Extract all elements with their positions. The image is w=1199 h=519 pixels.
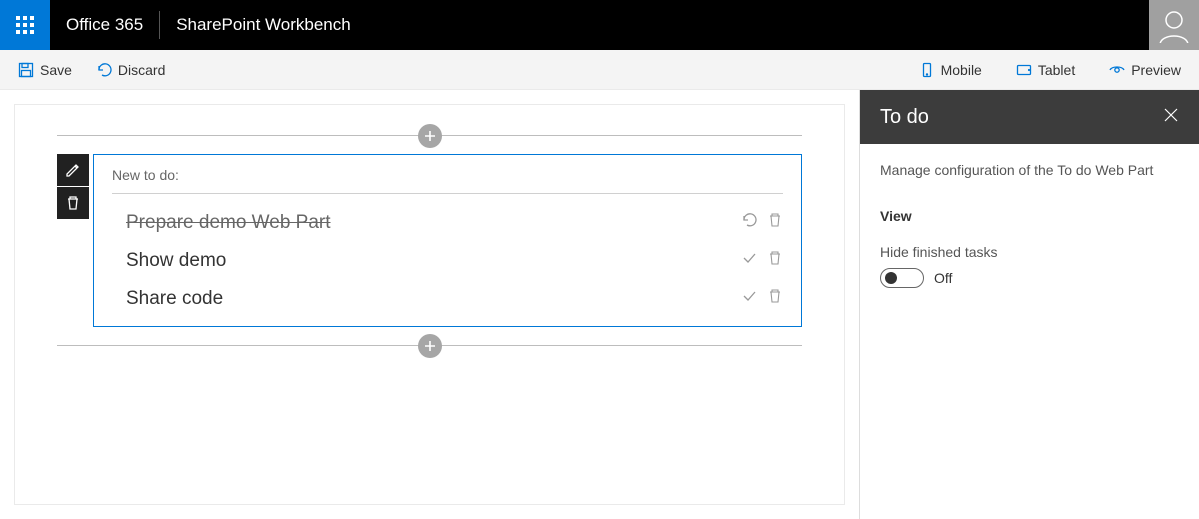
undo-icon — [96, 62, 112, 78]
mobile-label: Mobile — [941, 62, 982, 78]
add-webpart-button-top[interactable] — [418, 124, 442, 148]
toggle-state-label: Off — [934, 270, 952, 286]
app-launcher-button[interactable] — [0, 0, 50, 50]
mark-complete-button[interactable] — [741, 250, 757, 272]
todo-list: Prepare demo Web Part Show demo Share code — [112, 194, 783, 318]
undo-complete-button[interactable] — [741, 212, 757, 234]
webpart-toolbar — [57, 154, 89, 219]
todo-item: Share code — [126, 280, 783, 318]
preview-icon — [1109, 62, 1125, 78]
app-title: SharePoint Workbench — [160, 15, 367, 35]
user-avatar[interactable] — [1149, 0, 1199, 50]
waffle-icon — [16, 16, 34, 34]
brand-label[interactable]: Office 365 — [50, 11, 160, 39]
hide-finished-toggle[interactable] — [880, 268, 924, 288]
pane-description: Manage configuration of the To do Web Pa… — [880, 162, 1179, 178]
suite-header: Office 365 SharePoint Workbench — [0, 0, 1199, 50]
add-webpart-button-bottom[interactable] — [418, 334, 442, 358]
close-icon — [1163, 107, 1179, 123]
person-icon — [1156, 7, 1192, 43]
todo-actions — [741, 250, 783, 272]
property-pane: To do Manage configuration of the To do … — [859, 90, 1199, 519]
canvas-area: New to do: Prepare demo Web Part Show dem… — [14, 104, 845, 505]
trash-icon — [767, 288, 783, 304]
hide-finished-label: Hide finished tasks — [880, 244, 1179, 260]
todo-item: Prepare demo Web Part — [126, 204, 783, 242]
save-icon — [18, 62, 34, 78]
check-icon — [741, 250, 757, 266]
plus-icon — [424, 130, 436, 142]
delete-todo-button[interactable] — [767, 212, 783, 234]
delete-todo-button[interactable] — [767, 250, 783, 272]
insert-line-top — [57, 135, 802, 136]
mobile-icon — [919, 62, 935, 78]
todo-text: Prepare demo Web Part — [126, 212, 741, 234]
tablet-view-button[interactable]: Tablet — [1016, 62, 1075, 78]
discard-label: Discard — [118, 62, 165, 78]
todo-text: Share code — [126, 288, 741, 310]
property-pane-title: To do — [880, 106, 929, 129]
tablet-label: Tablet — [1038, 62, 1075, 78]
new-todo-input[interactable]: New to do: — [112, 167, 783, 194]
pane-section-title: View — [880, 208, 1179, 224]
toggle-knob — [885, 272, 897, 284]
delete-webpart-button[interactable] — [57, 187, 89, 219]
preview-button[interactable]: Preview — [1109, 62, 1181, 78]
trash-icon — [767, 250, 783, 266]
preview-label: Preview — [1131, 62, 1181, 78]
todo-actions — [741, 288, 783, 310]
command-bar: Save Discard Mobile Tablet Preview — [0, 50, 1199, 90]
discard-button[interactable]: Discard — [96, 62, 165, 78]
plus-icon — [424, 340, 436, 352]
save-label: Save — [40, 62, 72, 78]
undo-icon — [741, 212, 757, 228]
check-icon — [741, 288, 757, 304]
todo-webpart: New to do: Prepare demo Web Part Show dem… — [93, 154, 802, 327]
close-pane-button[interactable] — [1163, 106, 1179, 129]
mobile-view-button[interactable]: Mobile — [919, 62, 982, 78]
todo-text: Show demo — [126, 250, 741, 272]
delete-todo-button[interactable] — [767, 288, 783, 310]
pencil-icon — [65, 162, 81, 178]
edit-webpart-button[interactable] — [57, 154, 89, 186]
trash-icon — [65, 195, 81, 211]
insert-line-bottom — [57, 345, 802, 346]
mark-complete-button[interactable] — [741, 288, 757, 310]
trash-icon — [767, 212, 783, 228]
todo-item: Show demo — [126, 242, 783, 280]
save-button[interactable]: Save — [18, 62, 72, 78]
property-pane-header: To do — [860, 90, 1199, 144]
tablet-icon — [1016, 62, 1032, 78]
todo-actions — [741, 212, 783, 234]
